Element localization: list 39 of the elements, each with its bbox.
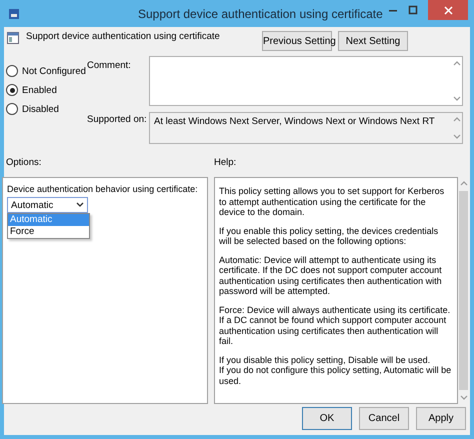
scroll-up-icon [452, 116, 460, 123]
scroll-up-icon [460, 180, 468, 187]
policy-title: Support device authentication using certificate [26, 31, 220, 42]
radio-label: Disabled [22, 104, 59, 114]
radio-button[interactable] [6, 103, 18, 115]
radio-label: Not Configured [22, 66, 86, 76]
dropdown[interactable]: Automatic [7, 197, 88, 213]
help-paragraph: This policy setting allows you to set support for Kerberos to attempt authentication using the certificate for the device to the domain. [219, 186, 446, 218]
help-label: Help: [214, 157, 236, 170]
dropdown-label: Device authentication behavior using certificate: [6, 183, 199, 196]
radio-label: Enabled [22, 84, 57, 96]
scroll-down-icon [452, 95, 460, 102]
scroll-down-icon [460, 394, 468, 401]
scroll-up-icon [452, 60, 460, 67]
help-paragraph: Automatic: Device will attempt to authenticate using its certificate. If the DC does not support computer account authentication using certificates then authentication with password will be attempted. [219, 254, 443, 296]
help-paragraph: Force: Device will always authenticate using its certificate. If a DC cannot be found which support computer account authentication using certificates then authentication will fail. [219, 304, 452, 346]
help-paragraph: If you enable this policy setting, the devices credentials will be selected based on the following options: [219, 226, 440, 246]
dialog-button[interactable]: Cancel [359, 407, 409, 430]
policy-icon [7, 32, 19, 44]
scroll-down-icon [452, 133, 460, 140]
comment-field[interactable] [149, 56, 463, 106]
dropdown-option[interactable]: Force [8, 226, 89, 238]
comment-label: Comment: [87, 59, 132, 71]
chevron-down-icon [76, 202, 84, 208]
app-icon [8, 8, 20, 20]
nav-button[interactable]: Next Setting [338, 31, 408, 51]
dialog-button[interactable]: Apply [416, 407, 466, 430]
help-paragraph: If you disable this policy setting, Disable will be used. If you do not configure this policy setting, Automatic will be used. [219, 354, 452, 386]
radio-button[interactable] [6, 84, 18, 96]
supported-on-text: At least Windows Next Server, Windows Next or Windows Next RT [153, 115, 436, 129]
close-icon [444, 6, 452, 14]
options-label: Options: [5, 157, 42, 170]
window-title: Support device authentication using certificate [138, 6, 383, 20]
close-button[interactable] [428, 0, 468, 20]
dialog-button[interactable]: OK [302, 407, 352, 430]
scrollbar-thumb[interactable] [459, 191, 468, 390]
radio-button[interactable] [6, 65, 18, 77]
maximize-icon [408, 5, 418, 15]
supported-on-label: Supported on: [87, 113, 148, 125]
